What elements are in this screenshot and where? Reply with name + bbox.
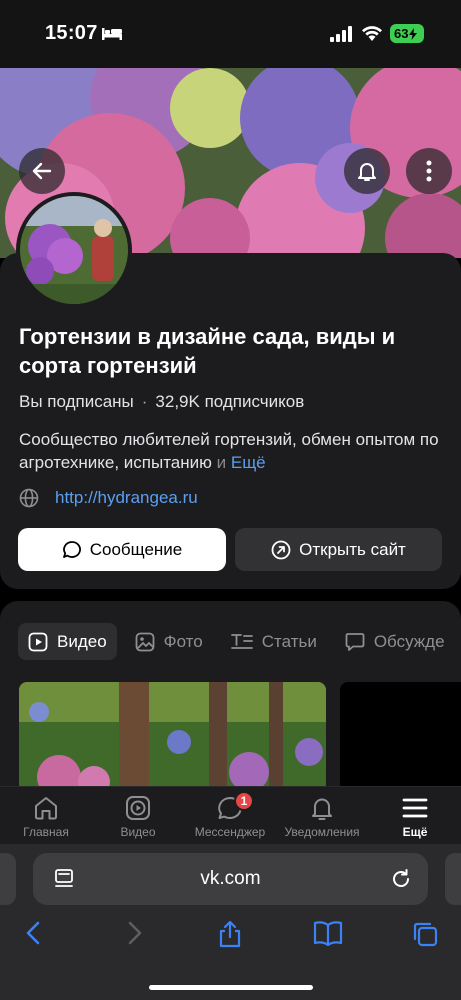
back-arrow-icon xyxy=(32,162,52,180)
nav-video[interactable]: Видео xyxy=(92,787,184,845)
reload-icon[interactable] xyxy=(390,868,412,890)
video-thumbnail[interactable] xyxy=(19,682,326,792)
tab-photo[interactable]: Фото xyxy=(125,623,213,660)
nav-home[interactable]: Главная xyxy=(0,787,92,845)
battery-charging-icon: 63 xyxy=(390,24,424,43)
bed-icon xyxy=(102,28,122,40)
description-more-link[interactable]: Ещё xyxy=(231,453,266,472)
more-button[interactable] xyxy=(406,148,452,194)
video-thumbnail-2[interactable] xyxy=(340,682,461,792)
tab-video-label: Видео xyxy=(57,631,107,651)
video-icon xyxy=(28,632,48,651)
message-button-label: Сообщение xyxy=(89,539,183,559)
articles-icon xyxy=(230,633,253,649)
page-menu-icon[interactable] xyxy=(53,868,75,890)
tab-discussions-label: Обсужде xyxy=(373,631,445,651)
discussion-icon xyxy=(345,632,365,651)
nav-messenger[interactable]: 1 Мессенджер xyxy=(184,787,276,845)
community-avatar[interactable] xyxy=(16,192,132,308)
status-bar: 15:07 63 xyxy=(0,0,461,68)
nav-video-label: Видео xyxy=(120,825,156,839)
nav-notifications-label: Уведомления xyxy=(284,825,360,839)
bell-icon xyxy=(312,798,332,820)
bell-icon xyxy=(358,163,376,181)
nav-more-label: Ещё xyxy=(402,825,428,839)
open-site-button[interactable]: Открыть сайт xyxy=(235,528,442,571)
video-play-icon xyxy=(126,796,150,820)
nav-home-label: Главная xyxy=(23,825,69,839)
nav-more[interactable]: Ещё xyxy=(369,787,461,845)
more-vertical-icon xyxy=(426,160,432,182)
messenger-badge: 1 xyxy=(234,791,254,811)
open-site-button-label: Открыть сайт xyxy=(299,539,406,559)
community-description: Сообщество любителей гортензий, обмен оп… xyxy=(19,428,439,474)
tab-discussions[interactable]: Обсужде xyxy=(335,623,455,660)
notifications-button[interactable] xyxy=(344,148,390,194)
content-section: Видео Фото Статьи Обсужде xyxy=(0,601,461,801)
external-link-icon xyxy=(271,540,291,559)
url-text: vk.com xyxy=(200,868,261,889)
battery-level: 63 xyxy=(394,26,409,41)
website-link[interactable]: http://hydrangea.ru xyxy=(55,488,198,508)
share-icon[interactable] xyxy=(216,920,244,948)
subscription-line: Вы подписаны · 32,9K подписчиков xyxy=(19,392,304,412)
bookmarks-icon[interactable] xyxy=(313,920,343,946)
tab-video[interactable]: Видео xyxy=(18,623,117,660)
nav-notifications[interactable]: Уведомления xyxy=(276,787,368,845)
wifi-icon xyxy=(362,26,382,41)
globe-icon xyxy=(19,488,39,508)
cellular-signal-icon xyxy=(330,26,352,42)
photo-icon xyxy=(135,632,155,651)
community-title: Гортензии в дизайне сада, виды и сорта г… xyxy=(19,324,396,378)
subscribers-count[interactable]: 32,9K подписчиков xyxy=(155,392,304,412)
description-text: Сообщество любителей гортензий, обмен оп… xyxy=(19,430,439,472)
message-button[interactable]: Сообщение xyxy=(18,528,226,571)
home-indicator[interactable] xyxy=(149,985,313,990)
separator: · xyxy=(141,392,148,411)
tab-articles-label: Статьи xyxy=(261,631,317,651)
home-icon xyxy=(35,797,57,820)
next-tab-peek[interactable] xyxy=(445,853,461,905)
tab-photo-label: Фото xyxy=(163,631,203,651)
forward-icon[interactable] xyxy=(124,920,144,946)
back-icon[interactable] xyxy=(24,920,44,946)
browser-toolbar: vk.com xyxy=(0,844,461,1000)
description-fade: и xyxy=(211,453,227,472)
back-button[interactable] xyxy=(19,148,65,194)
address-bar[interactable]: vk.com xyxy=(33,853,428,905)
website-row[interactable]: http://hydrangea.ru xyxy=(19,488,198,508)
content-tabs: Видео Фото Статьи Обсужде xyxy=(18,623,455,660)
previous-tab-peek[interactable] xyxy=(0,853,16,905)
hamburger-icon xyxy=(402,798,428,818)
status-time: 15:07 xyxy=(45,22,98,44)
tabs-icon[interactable] xyxy=(411,920,439,948)
subscribed-status[interactable]: Вы подписаны xyxy=(19,392,134,412)
nav-messenger-label: Мессенджер xyxy=(194,825,266,839)
tab-articles[interactable]: Статьи xyxy=(221,623,327,660)
message-icon xyxy=(62,540,81,558)
bottom-navigation: Главная Видео 1 Мессенджер Уведомления Е… xyxy=(0,786,461,844)
